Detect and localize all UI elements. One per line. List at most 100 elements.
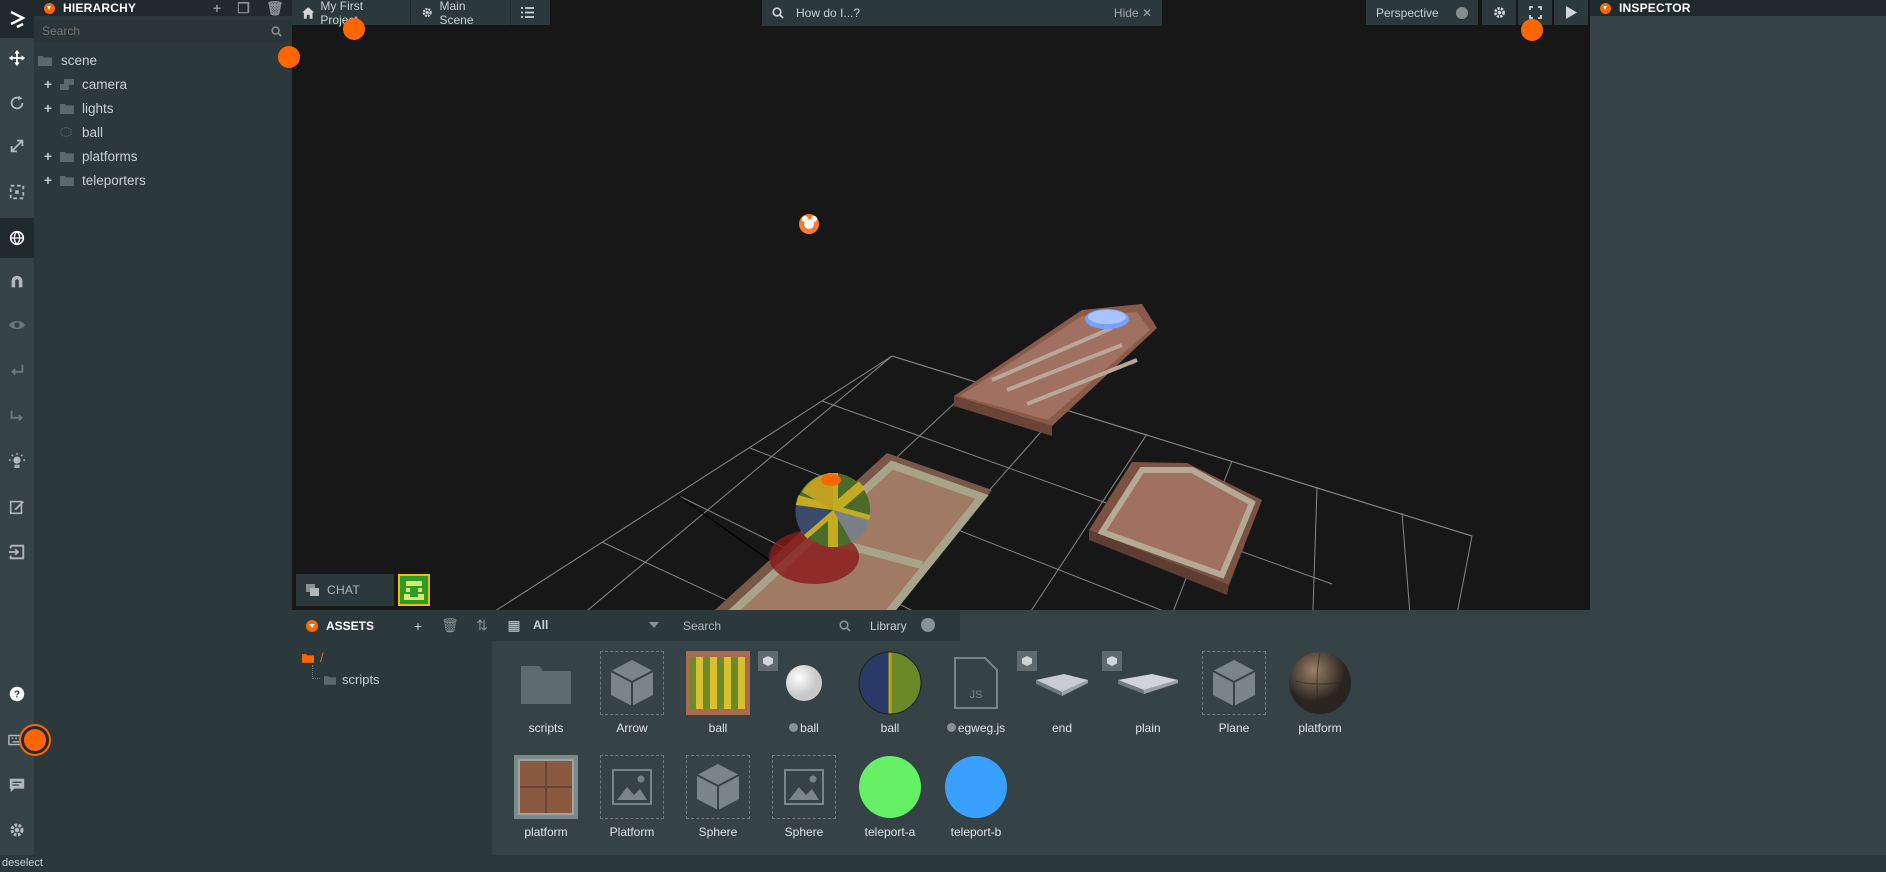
scale-tool-icon[interactable] <box>0 126 34 166</box>
hide-help-button[interactable]: Hide ✕ <box>1114 6 1152 20</box>
asset-item[interactable]: ball <box>668 641 768 741</box>
folder-scripts[interactable]: scripts <box>324 672 380 687</box>
assets-search[interactable]: Search <box>677 614 857 637</box>
hint-marker[interactable] <box>343 18 365 40</box>
hierarchy-panel: HIERARCHY + ❐ 🗑 scene + camera + <box>34 0 292 855</box>
avatar-image <box>400 576 428 604</box>
publish-icon[interactable] <box>0 532 34 572</box>
asset-item[interactable]: ball <box>754 641 854 741</box>
scenes-list-button[interactable] <box>511 0 550 25</box>
asset-item[interactable]: Arrow <box>582 641 682 741</box>
collapse-icon[interactable] <box>1600 2 1611 14</box>
texture-stripes-thumbnail <box>686 651 750 715</box>
focus-eye-icon[interactable] <box>0 305 34 345</box>
settings-gear-icon[interactable] <box>0 810 34 850</box>
hierarchy-search-input[interactable] <box>42 24 271 38</box>
help-search-bar[interactable]: How do I...? Hide ✕ <box>762 0 1162 26</box>
tree-item-label: teleporters <box>82 172 146 188</box>
hint-marker[interactable] <box>24 729 46 751</box>
status-dot <box>789 723 799 732</box>
chat-button[interactable]: CHAT <box>296 574 394 606</box>
scene-viewport[interactable]: My First Project Main Scene How do I...?… <box>292 0 1590 640</box>
collapse-icon[interactable] <box>44 2 55 14</box>
feedback-icon[interactable] <box>0 765 34 805</box>
add-asset-icon[interactable]: + <box>402 610 434 641</box>
playcanvas-logo[interactable] <box>0 0 34 38</box>
resize-element-tool-icon[interactable] <box>0 172 34 212</box>
world-coordinates-icon[interactable] <box>0 218 34 258</box>
hint-marker[interactable] <box>1521 19 1543 41</box>
expand-icon[interactable]: + <box>42 149 54 163</box>
hint-marker[interactable] <box>278 46 300 68</box>
asset-label: platform <box>1298 721 1342 735</box>
chat-icon <box>306 584 319 596</box>
asset-item[interactable]: ball <box>840 641 940 741</box>
asset-label: Platform <box>609 825 655 839</box>
expand-icon[interactable]: + <box>42 77 54 91</box>
template-cube-icon <box>686 755 750 819</box>
left-toolbar: ? <box>0 0 34 855</box>
asset-item[interactable]: platform <box>496 745 596 845</box>
tree-item-teleporters[interactable]: + teleporters <box>34 168 292 192</box>
tab-scene[interactable]: Main Scene <box>411 0 511 27</box>
tree-item-label: scene <box>61 52 98 68</box>
asset-item[interactable]: JS egweg.js <box>926 641 1026 741</box>
asset-label: platform <box>524 825 568 839</box>
ball-model-thumbnail <box>858 651 922 715</box>
delete-asset-icon[interactable]: 🗑 <box>434 610 466 641</box>
rotate-tool-icon[interactable] <box>0 83 34 123</box>
snap-magnet-icon[interactable] <box>0 262 34 302</box>
search-icon <box>839 619 851 632</box>
hierarchy-search <box>34 20 292 42</box>
user-avatar[interactable] <box>398 574 430 606</box>
delete-entity-icon[interactable]: 🗑 <box>266 0 284 17</box>
expand-icon[interactable]: + <box>42 173 54 187</box>
template-cube-icon <box>600 651 664 715</box>
tree-item-scene[interactable]: scene <box>34 48 292 72</box>
asset-item[interactable]: end <box>1012 641 1112 741</box>
asset-type-filter[interactable]: All <box>527 614 667 637</box>
redo-icon[interactable] <box>0 396 34 436</box>
asset-store-button[interactable]: Library <box>870 614 960 637</box>
asset-item[interactable]: platform <box>1270 641 1370 741</box>
up-folder-icon[interactable]: ⇅ <box>466 610 498 641</box>
asset-item[interactable]: Platform <box>582 745 682 845</box>
code-editor-icon[interactable] <box>0 487 34 527</box>
asset-label-text: ball <box>800 721 819 735</box>
folder-root[interactable]: / <box>302 650 324 665</box>
undo-icon[interactable] <box>0 350 34 390</box>
bake-lightmaps-icon[interactable] <box>0 441 34 481</box>
asset-item[interactable]: Sphere <box>668 745 768 845</box>
translate-tool-icon[interactable] <box>0 38 34 78</box>
viewport-tabs: My First Project Main Scene <box>292 0 550 27</box>
hierarchy-tree: scene + camera + lights ball + platforms <box>34 42 292 192</box>
help-search-text: How do I...? <box>796 6 861 20</box>
viewport-settings-button[interactable] <box>1482 0 1516 25</box>
asset-item[interactable]: teleport-a <box>840 745 940 845</box>
help-icon[interactable]: ? <box>0 674 34 714</box>
tree-item-ball[interactable]: ball <box>34 120 292 144</box>
asset-item[interactable]: scripts <box>496 641 596 741</box>
image-placeholder-icon <box>772 755 836 819</box>
grid-view-icon[interactable]: ▦ <box>498 610 530 641</box>
hide-label: Hide <box>1113 6 1139 20</box>
asset-item[interactable]: Sphere <box>754 745 854 845</box>
collapse-icon[interactable] <box>306 619 318 632</box>
asset-label: teleport-a <box>864 825 916 839</box>
tree-item-platforms[interactable]: + platforms <box>34 144 292 168</box>
tree-item-lights[interactable]: + lights <box>34 96 292 120</box>
status-dot <box>946 723 956 732</box>
asset-label: end <box>1051 721 1073 735</box>
camera-mode-select[interactable]: Perspective <box>1366 0 1478 25</box>
assets-folder-tree: / scripts <box>292 641 492 855</box>
asset-item[interactable]: plain <box>1098 641 1198 741</box>
launch-button[interactable] <box>1554 0 1588 25</box>
add-entity-icon[interactable]: + <box>213 0 221 17</box>
asset-item[interactable]: Plane <box>1184 641 1284 741</box>
expand-icon[interactable]: + <box>42 101 54 115</box>
asset-item[interactable]: teleport-b <box>926 745 1026 845</box>
tree-item-camera[interactable]: + camera <box>34 72 292 96</box>
asset-label: ball <box>880 721 900 735</box>
duplicate-entity-icon[interactable]: ❐ <box>237 0 250 17</box>
gear-icon <box>1493 7 1505 18</box>
